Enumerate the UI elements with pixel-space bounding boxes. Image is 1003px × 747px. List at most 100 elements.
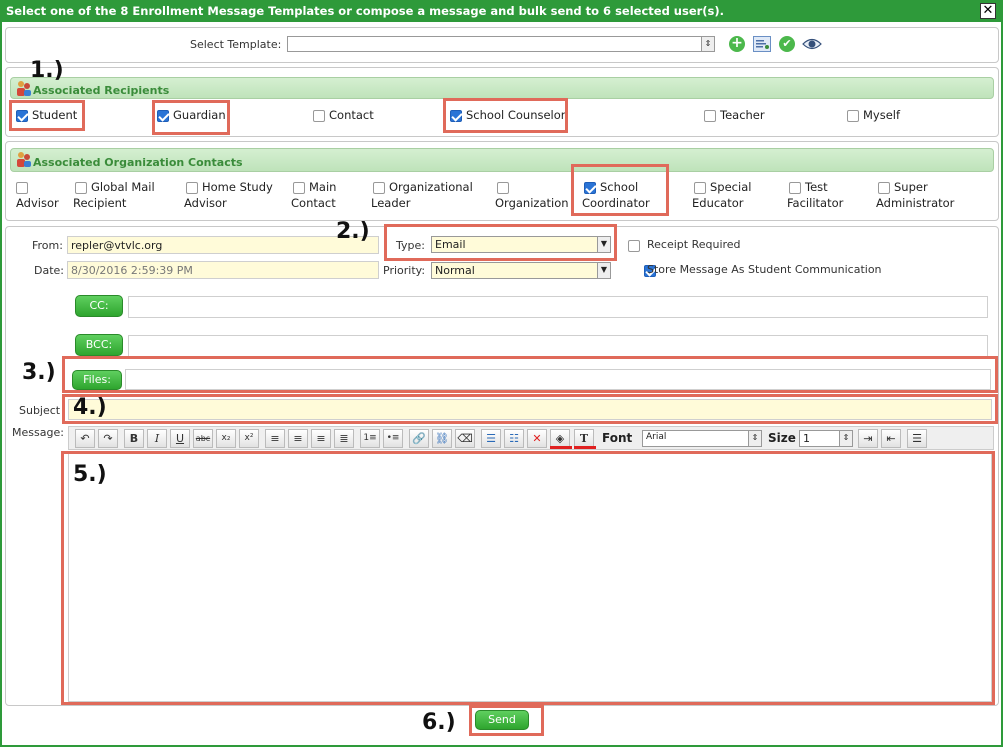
- priority-select[interactable]: Normal ▼: [431, 262, 611, 279]
- org-contact-label-line1: Global Mail: [91, 180, 155, 194]
- org-contact-label-line1: Test: [805, 180, 828, 194]
- cc-field[interactable]: [128, 296, 988, 318]
- editor-toolbar: ↶ ↷ B I U abc x₂ x² ≡ ≡ ≡ ≣ 1≡ •≡ 🔗 ⛓ ⌫ …: [68, 426, 994, 450]
- annotation-5: 5.): [73, 462, 107, 487]
- add-template-icon[interactable]: +: [729, 36, 745, 52]
- recipient-label: Myself: [863, 108, 901, 122]
- recipient-option[interactable]: Myself: [847, 108, 900, 122]
- recipient-option[interactable]: Contact: [313, 108, 374, 122]
- italic-icon[interactable]: I: [147, 429, 167, 448]
- org-contact-label-line2: Organization: [495, 196, 569, 210]
- clear-format-icon[interactable]: ☷: [504, 429, 524, 448]
- org-contact-checkbox[interactable]: [186, 182, 198, 194]
- date-label: Date:: [34, 264, 64, 277]
- bold-icon[interactable]: B: [124, 429, 144, 448]
- background-color-bar: [550, 446, 572, 449]
- remove-link-icon[interactable]: ⛓: [432, 429, 452, 448]
- from-label: From:: [32, 239, 63, 252]
- highlight-message: [61, 451, 995, 705]
- from-field[interactable]: repler@vtvlc.org: [67, 236, 379, 254]
- close-icon[interactable]: ✕: [980, 3, 996, 19]
- message-label: Message:: [12, 426, 64, 439]
- highlight-send: [469, 705, 544, 736]
- receipt-required-checkbox[interactable]: [628, 240, 640, 252]
- align-left-icon[interactable]: ≡: [265, 429, 285, 448]
- org-contact-checkbox[interactable]: [293, 182, 305, 194]
- bcc-button[interactable]: BCC:: [75, 334, 123, 356]
- org-contact-option[interactable]: Global Mail Recipient: [73, 180, 155, 210]
- preview-eye-icon[interactable]: [802, 35, 822, 53]
- org-contacts-header: Associated Organization Contacts: [10, 148, 994, 172]
- chevron-down-icon: ▼: [597, 263, 610, 278]
- insert-link-icon[interactable]: 🔗: [409, 429, 429, 448]
- highlight-guardian: [152, 100, 230, 135]
- text-color-bar: [574, 446, 596, 449]
- cc-button[interactable]: CC:: [75, 295, 123, 317]
- org-contact-label-line1: Main: [309, 180, 337, 194]
- org-contact-option[interactable]: Main Contact: [291, 180, 337, 210]
- justify-icon[interactable]: ≣: [334, 429, 354, 448]
- annotation-6: 6.): [422, 710, 456, 735]
- font-label: Font: [602, 431, 633, 445]
- highlight-files: [62, 356, 998, 393]
- highlight-type: [384, 224, 617, 261]
- align-right-icon[interactable]: ≡: [311, 429, 331, 448]
- eraser-icon[interactable]: ⌫: [455, 429, 475, 448]
- size-select[interactable]: 1 ⇕: [799, 430, 853, 447]
- org-contact-option[interactable]: Organization: [495, 180, 569, 210]
- org-contact-checkbox[interactable]: [694, 182, 706, 194]
- org-contact-option[interactable]: Test Facilitator: [787, 180, 844, 210]
- font-select-value: Arial: [646, 432, 667, 442]
- superscript-icon[interactable]: x²: [239, 429, 259, 448]
- people-icon: [17, 152, 31, 167]
- org-contact-checkbox[interactable]: [789, 182, 801, 194]
- subject-label: Subject: [19, 404, 61, 417]
- org-contact-label-line2: Leader: [371, 196, 411, 210]
- bcc-field[interactable]: [128, 335, 988, 357]
- list-icon: [756, 40, 769, 49]
- org-contact-label-line1: Home Study: [202, 180, 273, 194]
- numbered-list-icon[interactable]: 1≡: [360, 429, 380, 448]
- highlight-subject: [62, 394, 998, 424]
- underline-icon[interactable]: U: [170, 429, 190, 448]
- org-contact-label-line2: Facilitator: [787, 196, 844, 210]
- strikethrough-icon[interactable]: abc: [193, 429, 213, 448]
- org-contact-option[interactable]: Home Study Advisor: [184, 180, 273, 210]
- org-contact-label-line1: Super: [894, 180, 928, 194]
- org-contact-option[interactable]: Super Administrator: [876, 180, 955, 210]
- undo-icon[interactable]: ↶: [75, 429, 95, 448]
- delete-icon[interactable]: ✕: [527, 429, 547, 448]
- paragraph-icon[interactable]: ☰: [481, 429, 501, 448]
- priority-select-value: Normal: [435, 264, 475, 277]
- select-template-label: Select Template:: [190, 38, 282, 51]
- org-contact-checkbox[interactable]: [497, 182, 509, 194]
- recipient-checkbox[interactable]: [704, 110, 716, 122]
- recipients-header-label: Associated Recipients: [33, 84, 170, 97]
- org-contact-checkbox[interactable]: [75, 182, 87, 194]
- bullet-list-icon[interactable]: •≡: [383, 429, 403, 448]
- recipient-checkbox[interactable]: [847, 110, 859, 122]
- highlight-student: [9, 100, 85, 131]
- outdent-icon[interactable]: ⇤: [881, 429, 901, 448]
- horizontal-rule-icon[interactable]: ☰: [907, 429, 927, 448]
- org-contact-checkbox[interactable]: [373, 182, 385, 194]
- org-contact-checkbox[interactable]: [16, 182, 28, 194]
- org-contact-label-line2: Administrator: [876, 196, 955, 210]
- indent-icon[interactable]: ⇥: [858, 429, 878, 448]
- edit-template-icon[interactable]: [753, 36, 771, 52]
- template-select[interactable]: ⇕: [287, 36, 715, 52]
- org-contact-label-line2: Contact: [291, 196, 336, 210]
- align-center-icon[interactable]: ≡: [288, 429, 308, 448]
- recipient-checkbox[interactable]: [313, 110, 325, 122]
- apply-template-icon[interactable]: ✔: [779, 36, 795, 52]
- redo-icon[interactable]: ↷: [98, 429, 118, 448]
- subscript-icon[interactable]: x₂: [216, 429, 236, 448]
- date-field: 8/30/2016 2:59:39 PM: [67, 261, 379, 279]
- recipients-header: Associated Recipients: [10, 77, 994, 99]
- font-select[interactable]: Arial ⇕: [642, 430, 762, 447]
- org-contact-checkbox[interactable]: [878, 182, 890, 194]
- org-contact-option[interactable]: Advisor: [16, 180, 59, 210]
- org-contact-option[interactable]: Special Educator: [692, 180, 751, 210]
- org-contact-option[interactable]: Organizational Leader: [371, 180, 473, 210]
- recipient-option[interactable]: Teacher: [704, 108, 765, 122]
